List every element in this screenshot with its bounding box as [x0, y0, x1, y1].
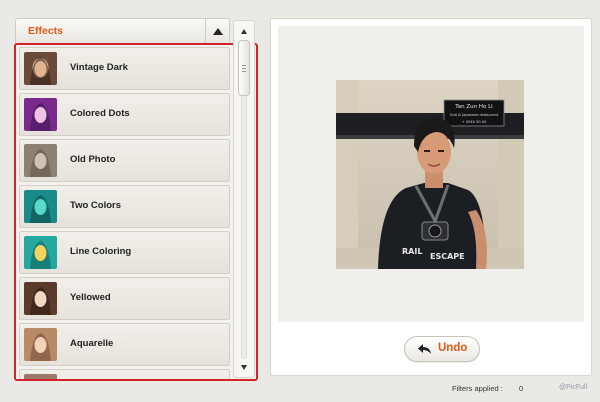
collapse-effects-button[interactable] [205, 19, 229, 43]
preview-card: Tan Zun Ho Li Grill & Japanese restauran… [270, 18, 592, 376]
effect-label: Two Colors [70, 200, 122, 211]
effect-item-line-coloring[interactable]: Line Coloring [19, 231, 230, 274]
triangle-up-icon [241, 28, 247, 34]
grip-line [242, 65, 246, 66]
undo-button[interactable]: Undo [404, 336, 480, 362]
scroll-down-button[interactable] [234, 359, 254, 375]
scroll-up-button[interactable] [234, 23, 254, 39]
effect-item-two-colors[interactable]: Two Colors [19, 185, 230, 228]
effect-thumbnail [24, 190, 57, 223]
effect-thumbnail [24, 52, 57, 85]
effect-thumbnail [24, 98, 57, 131]
effect-label: Line Coloring [70, 246, 132, 257]
effects-list: Vintage Dark Colored Dots Old Photo Two … [19, 47, 230, 379]
effect-label: Old Photo [70, 154, 116, 165]
undo-arrow-icon [418, 344, 431, 354]
scroll-thumb[interactable] [238, 40, 250, 96]
preview-photo: Tan Zun Ho Li Grill & Japanese restauran… [336, 80, 524, 269]
effects-header: Effects [15, 18, 230, 44]
grip-line [242, 68, 246, 69]
effect-label: Aquarelle [70, 338, 114, 349]
shirt-text-1: RAIL [402, 247, 422, 256]
effect-thumbnail [24, 374, 57, 379]
effect-thumbnail [24, 236, 57, 269]
effect-thumbnail [24, 282, 57, 315]
effects-list-frame: Vintage Dark Colored Dots Old Photo Two … [14, 43, 258, 381]
effects-scrollbar[interactable] [233, 20, 255, 378]
effect-item-yellowed[interactable]: Yellowed [19, 277, 230, 320]
effects-title: Effects [28, 25, 64, 37]
effect-label: Yellowed [70, 292, 111, 303]
sign-line-1: Tan Zun Ho Li [454, 104, 493, 110]
brand-label: @PicFull [559, 384, 588, 391]
effect-item-vintage-dark[interactable]: Vintage Dark [19, 47, 230, 90]
effect-thumbnail [24, 144, 57, 177]
effect-item-old-photo[interactable]: Old Photo [19, 139, 230, 182]
effect-item-aquarelle[interactable]: Aquarelle [19, 323, 230, 366]
effect-item-partial[interactable] [19, 369, 230, 379]
triangle-down-icon [241, 364, 247, 370]
effect-item-colored-dots[interactable]: Colored Dots [19, 93, 230, 136]
app-window: Effects Vintage Dark Colored Dots Old Ph… [0, 0, 600, 402]
effect-thumbnail [24, 328, 57, 361]
effect-label: Colored Dots [70, 108, 130, 119]
triangle-up-icon [212, 27, 223, 35]
filters-applied-count: 0 [519, 384, 524, 393]
filters-applied-label: Filters applied : [452, 384, 503, 393]
grip-line [242, 71, 246, 72]
effect-label: Vintage Dark [70, 62, 128, 73]
sign-line-2: Grill & Japanese restaurant [450, 113, 499, 117]
shirt-text-2: ESCAPE [430, 252, 465, 261]
preview-area: Tan Zun Ho Li Grill & Japanese restauran… [278, 26, 584, 322]
undo-label: Undo [438, 342, 468, 354]
sign-line-3: + 0040 50 00 [462, 120, 487, 124]
